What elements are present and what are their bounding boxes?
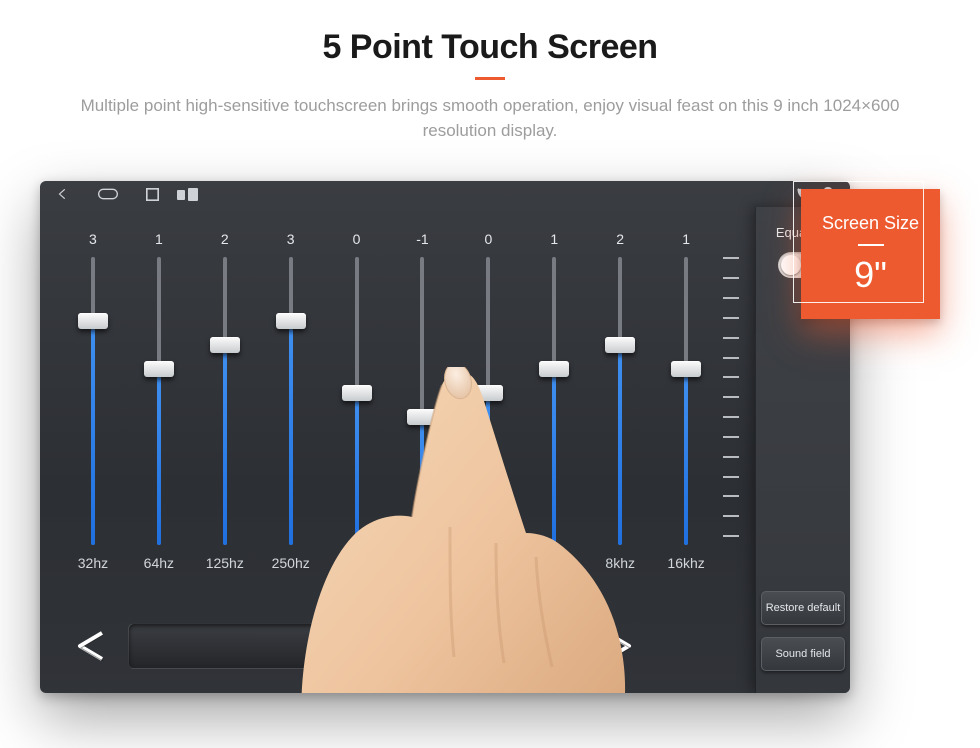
eq-slider-track[interactable] (289, 257, 293, 545)
eq-slider-thumb[interactable] (342, 385, 372, 401)
device-screen: 3 32hz 1 64hz 2 125hz 3 250hz 0 500hz -1 1khz 0 2khz 1… (40, 181, 850, 693)
eq-band-4khz[interactable]: 1 4khz (523, 231, 585, 571)
eq-slider-thumb[interactable] (605, 337, 635, 353)
eq-gain-value: 3 (287, 231, 295, 251)
badge-divider (858, 244, 884, 246)
eq-gain-value: 3 (89, 231, 97, 251)
eq-slider-track[interactable] (223, 257, 227, 545)
device-stage: 3 32hz 1 64hz 2 125hz 3 250hz 0 500hz -1 1khz 0 2khz 1… (40, 181, 940, 693)
preset-next-button[interactable] (589, 621, 647, 671)
sound-field-button[interactable]: Sound field (761, 637, 845, 671)
back-icon[interactable] (56, 187, 70, 201)
preset-prev-button[interactable] (62, 621, 120, 671)
scale-tick (723, 376, 739, 378)
eq-frequency-label: 16khz (667, 555, 704, 571)
eq-frequency-label: 2khz (474, 555, 504, 571)
eq-slider-thumb[interactable] (671, 361, 701, 377)
eq-band-1khz[interactable]: -1 1khz (392, 231, 454, 571)
scale-tick (723, 495, 739, 497)
eq-slider-thumb[interactable] (539, 361, 569, 377)
eq-frequency-label: 250hz (272, 555, 310, 571)
scale-tick (723, 456, 739, 458)
eq-band-64hz[interactable]: 1 64hz (128, 231, 190, 571)
eq-slider-track[interactable] (618, 257, 622, 545)
page-subtitle: Multiple point high-sensitive touchscree… (80, 94, 900, 143)
page-title: 5 Point Touch Screen (40, 28, 940, 67)
eq-band-2khz[interactable]: 0 2khz (457, 231, 519, 571)
eq-slider-thumb[interactable] (473, 385, 503, 401)
eq-slider-track[interactable] (355, 257, 359, 545)
scale-tick (723, 396, 739, 398)
eq-band-125hz[interactable]: 2 125hz (194, 231, 256, 571)
eq-slider-track[interactable] (91, 257, 95, 545)
eq-slider-fill (684, 377, 688, 545)
eq-slider-fill (552, 377, 556, 545)
eq-frequency-label: 125hz (206, 555, 244, 571)
eq-slider-track[interactable] (552, 257, 556, 545)
eq-slider-fill (355, 401, 359, 545)
eq-band-250hz[interactable]: 3 250hz (260, 231, 322, 571)
sd-card-icon (177, 188, 199, 201)
scale-tick (723, 337, 739, 339)
title-underline (475, 77, 505, 80)
android-status-bar (40, 181, 850, 207)
badge-title: Screen Size (822, 213, 919, 234)
eq-slider-track[interactable] (684, 257, 688, 545)
scale-tick (723, 317, 739, 319)
eq-slider-fill (618, 353, 622, 545)
scale-tick (723, 436, 739, 438)
eq-slider-track[interactable] (420, 257, 424, 545)
eq-slider-fill (91, 329, 95, 545)
scale-tick (723, 476, 739, 478)
eq-slider-thumb[interactable] (210, 337, 240, 353)
eq-slider-thumb[interactable] (276, 313, 306, 329)
equalizer-bands: 3 32hz 1 64hz 2 125hz 3 250hz 0 500hz -1 1khz 0 2khz 1… (62, 231, 717, 571)
scale-tick (723, 416, 739, 418)
eq-frequency-label: 32hz (78, 555, 108, 571)
eq-band-16khz[interactable]: 1 16khz (655, 231, 717, 571)
eq-slider-fill (420, 425, 424, 545)
eq-gain-value: 0 (353, 231, 361, 251)
eq-slider-thumb[interactable] (407, 409, 437, 425)
eq-frequency-label: 500hz (338, 555, 376, 571)
equalizer-scale (717, 231, 743, 571)
badge-value: 9" (854, 254, 887, 296)
eq-slider-thumb[interactable] (78, 313, 108, 329)
scale-tick (723, 535, 739, 537)
scale-tick (723, 515, 739, 517)
eq-slider-track[interactable] (486, 257, 490, 545)
eq-gain-value: 1 (682, 231, 690, 251)
eq-slider-fill (157, 377, 161, 545)
eq-frequency-label: 4khz (540, 555, 570, 571)
preset-name[interactable]: Rock (128, 623, 581, 669)
scale-tick (723, 277, 739, 279)
home-icon[interactable] (98, 188, 118, 200)
recent-icon[interactable] (146, 188, 159, 201)
eq-slider-fill (223, 353, 227, 545)
eq-slider-thumb[interactable] (144, 361, 174, 377)
eq-gain-value: 1 (155, 231, 163, 251)
eq-gain-value: 2 (221, 231, 229, 251)
restore-default-button[interactable]: Restore default (761, 591, 845, 625)
eq-gain-value: 2 (616, 231, 624, 251)
eq-frequency-label: 1khz (408, 555, 438, 571)
eq-slider-fill (289, 329, 293, 545)
scale-tick (723, 257, 739, 259)
eq-band-32hz[interactable]: 3 32hz (62, 231, 124, 571)
screen-size-badge: Screen Size 9" (801, 189, 940, 319)
equalizer-panel: 3 32hz 1 64hz 2 125hz 3 250hz 0 500hz -1 1khz 0 2khz 1… (40, 207, 755, 693)
eq-gain-value: -1 (416, 231, 428, 251)
eq-slider-track[interactable] (157, 257, 161, 545)
eq-frequency-label: 64hz (144, 555, 174, 571)
eq-slider-fill (486, 401, 490, 545)
eq-band-500hz[interactable]: 0 500hz (326, 231, 388, 571)
eq-gain-value: 0 (484, 231, 492, 251)
scale-tick (723, 297, 739, 299)
eq-frequency-label: 8khz (605, 555, 635, 571)
eq-band-8khz[interactable]: 2 8khz (589, 231, 651, 571)
scale-tick (723, 357, 739, 359)
preset-selector: Rock (62, 621, 647, 671)
eq-gain-value: 1 (550, 231, 558, 251)
